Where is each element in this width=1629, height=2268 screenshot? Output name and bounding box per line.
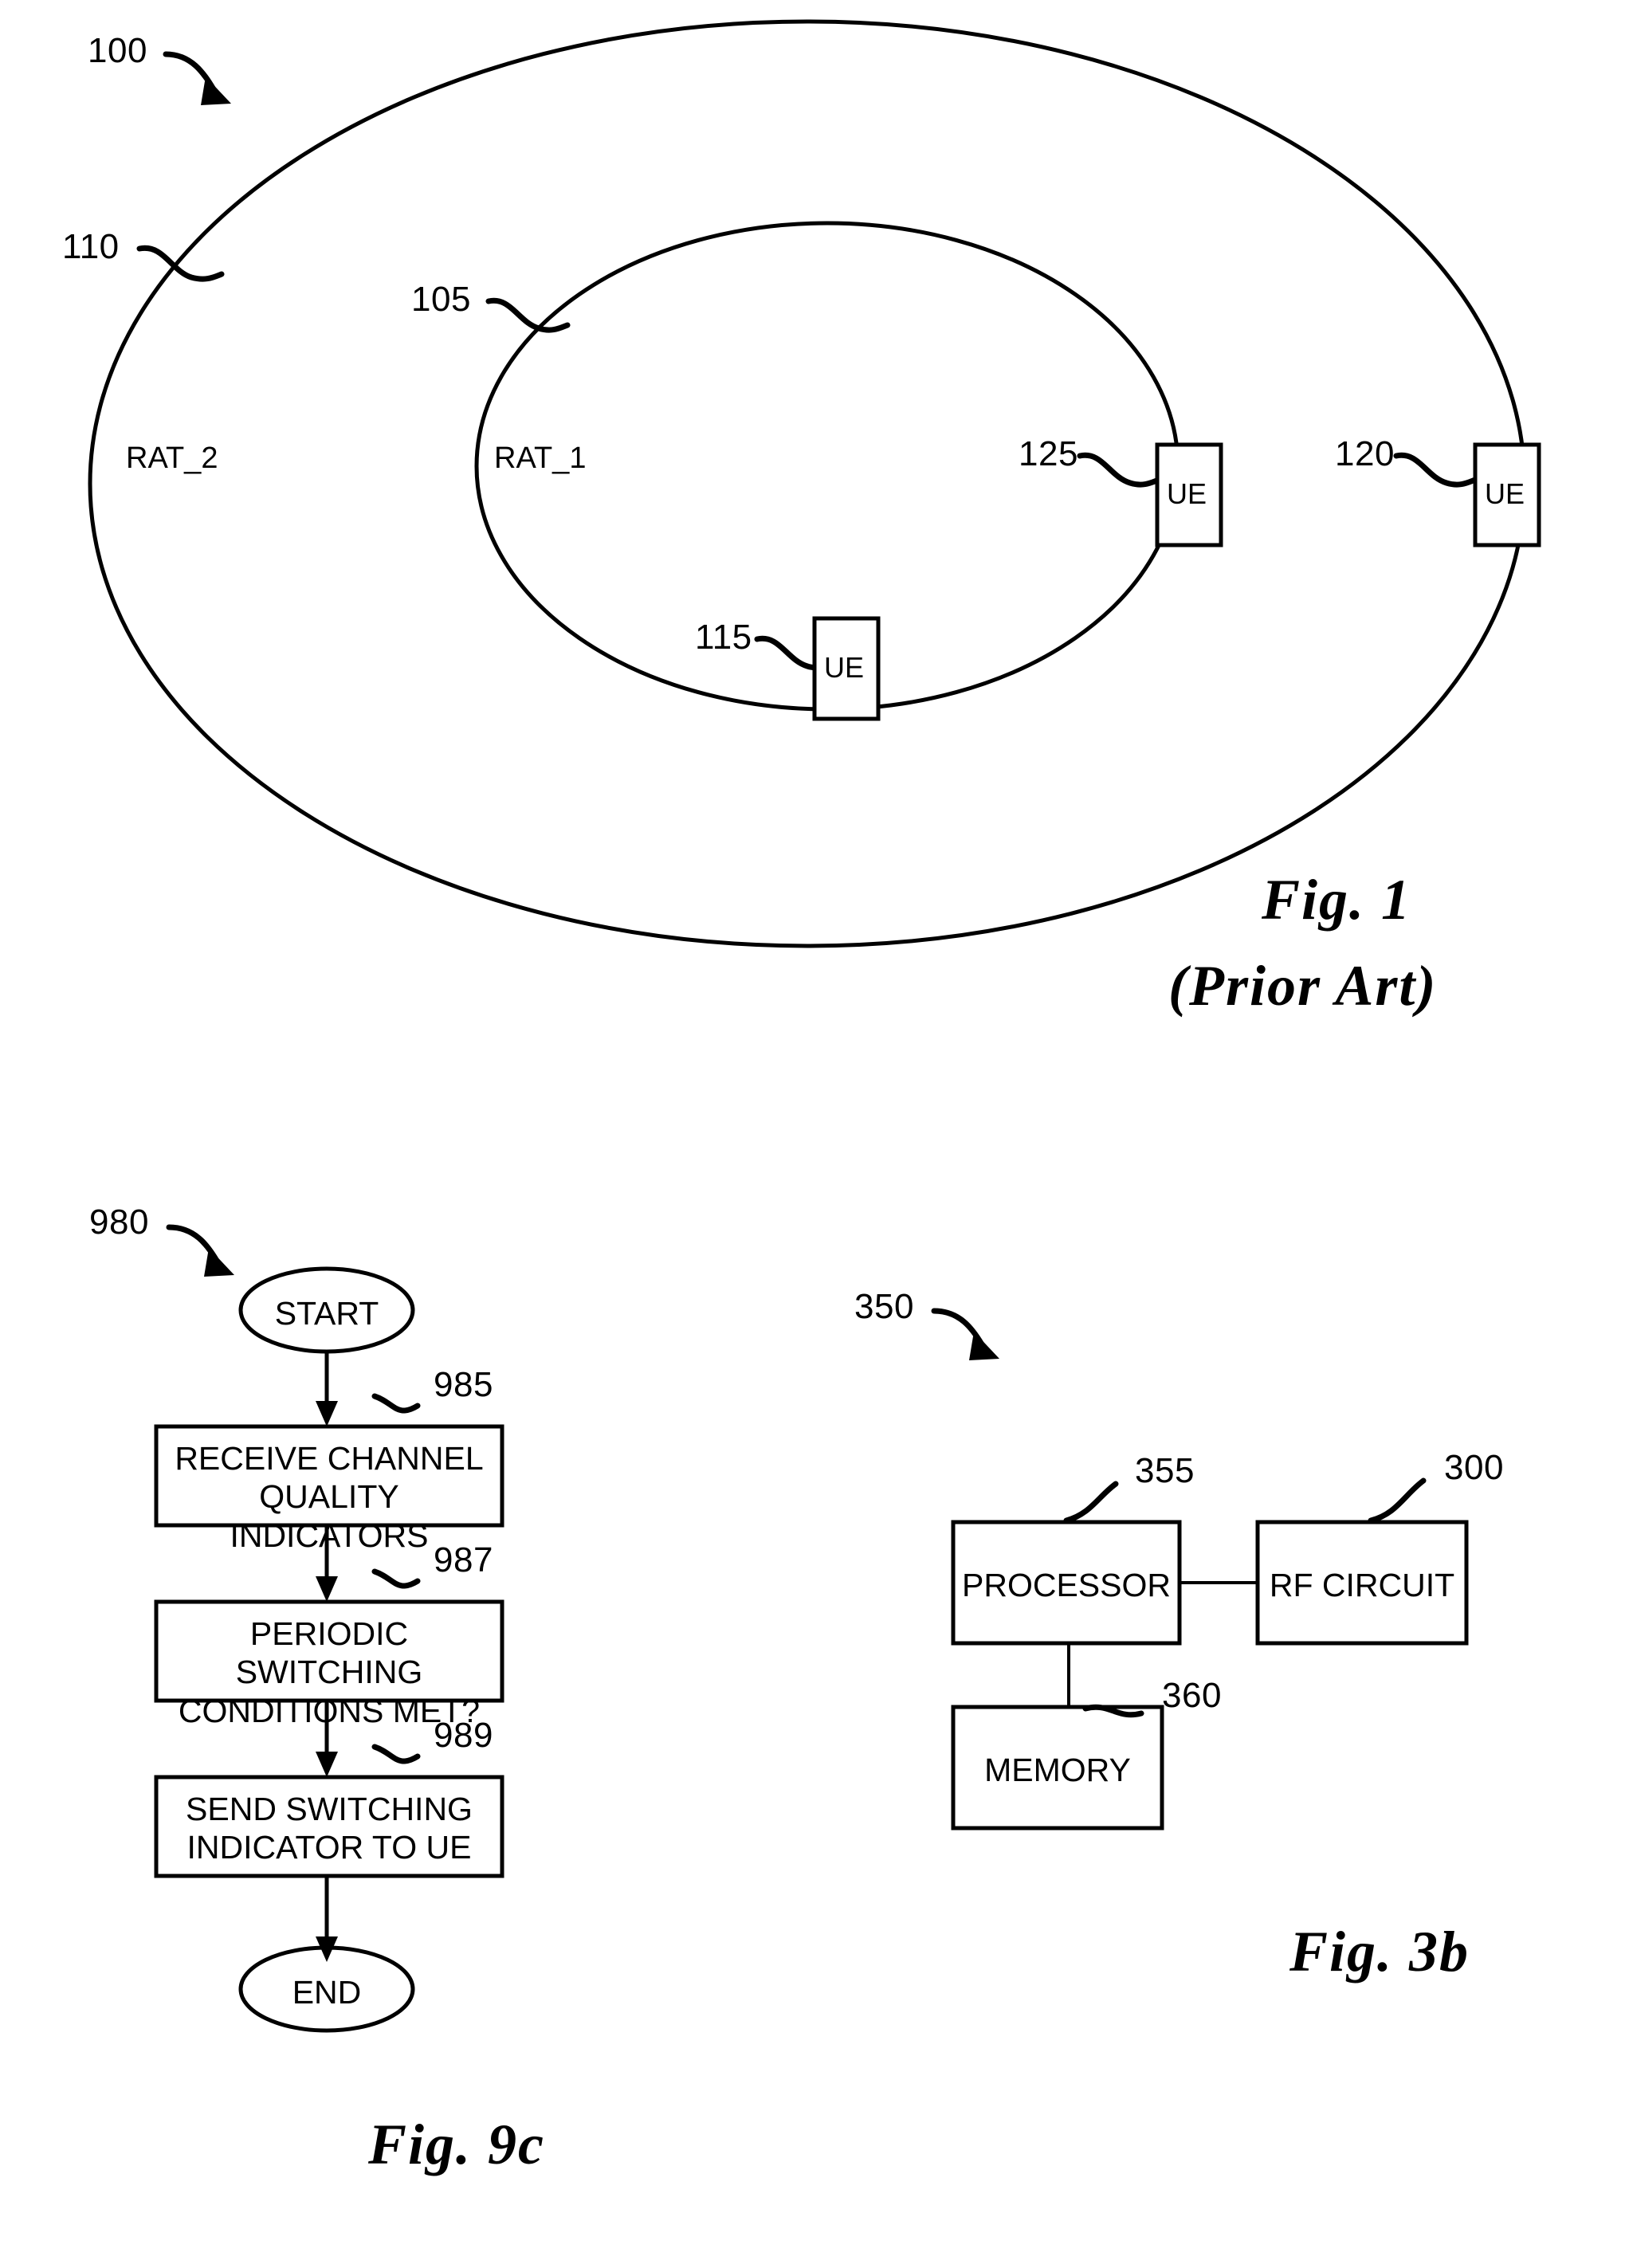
block-memory-label: MEMORY <box>984 1752 1131 1788</box>
figure-3b-caption: Fig. 3b <box>1289 1920 1470 1984</box>
block-rf-circuit-label: RF CIRCUIT <box>1269 1567 1455 1603</box>
ref-label-355: 355 <box>1135 1451 1195 1490</box>
ref-label-300: 300 <box>1444 1448 1504 1487</box>
leader-350 <box>931 1308 999 1360</box>
flow-terminal-end-label: END <box>292 1974 362 2011</box>
leader-120 <box>1393 452 1478 488</box>
inner-cell-label: RAT_1 <box>494 441 587 475</box>
ref-label-110: 110 <box>62 227 120 266</box>
ref-label-350: 350 <box>854 1287 914 1326</box>
ref-label-980: 980 <box>89 1203 149 1242</box>
figure-1-caption-line2: (Prior Art) <box>1168 954 1438 1018</box>
leader-300 <box>1368 1477 1427 1524</box>
patent-drawing-sheet: 100 110 105 RAT_2 RAT_1 125 UE 120 UE 11… <box>0 0 1629 2268</box>
figure-1-caption-line1: Fig. 1 <box>1262 868 1412 932</box>
leader-980 <box>166 1224 234 1277</box>
outer-cell-ellipse <box>88 19 1527 948</box>
ref-label-105: 105 <box>411 280 471 319</box>
flow-box-989-label: SEND SWITCHING INDICATOR TO UE <box>186 1791 473 1866</box>
ue-label-115: UE <box>824 651 865 684</box>
leader-110 <box>136 245 225 282</box>
figure-9c-caption: Fig. 9c <box>368 2113 545 2176</box>
flow-box-985-label: RECEIVE CHANNEL QUALITY INDICATORS <box>175 1440 484 1554</box>
ref-label-115: 115 <box>695 618 752 657</box>
ue-label-125: UE <box>1167 477 1207 510</box>
ref-label-125: 125 <box>1019 434 1078 473</box>
flow-terminal-start-label: START <box>274 1295 379 1332</box>
leader-985 <box>371 1393 421 1414</box>
leader-105 <box>485 297 571 333</box>
leader-987 <box>371 1568 421 1589</box>
ref-label-360: 360 <box>1162 1676 1222 1715</box>
ref-label-989: 989 <box>434 1716 493 1755</box>
ue-label-120: UE <box>1485 477 1525 510</box>
block-processor-label: PROCESSOR <box>962 1567 1171 1603</box>
leader-100 <box>163 51 231 105</box>
outer-cell-label: RAT_2 <box>126 441 218 475</box>
leader-355 <box>1063 1481 1119 1524</box>
ref-label-985: 985 <box>434 1365 493 1404</box>
flow-box-987-label: PERIODIC SWITCHING CONDITIONS MET? <box>178 1615 481 1729</box>
leader-989 <box>371 1744 421 1764</box>
ref-label-100: 100 <box>88 31 147 70</box>
ref-label-120: 120 <box>1335 434 1395 473</box>
ref-label-987: 987 <box>434 1540 493 1579</box>
flow-arrow-start-to-985 <box>316 1352 338 1426</box>
leader-125 <box>1077 452 1162 488</box>
